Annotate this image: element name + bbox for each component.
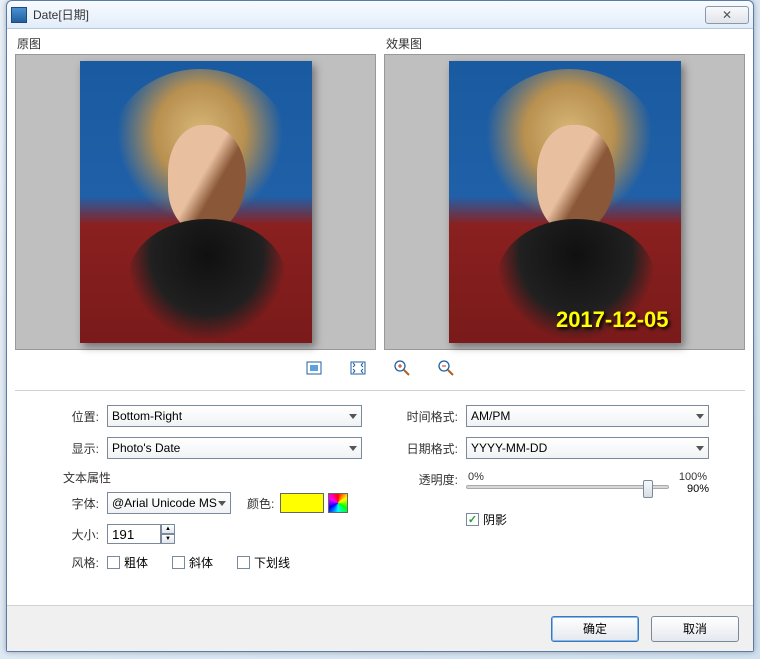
opacity-slider[interactable] [466, 485, 669, 489]
chevron-down-icon [218, 501, 226, 506]
opacity-max: 100% [679, 471, 707, 483]
show-label: 显示: [51, 440, 107, 457]
date-format-value: YYYY-MM-DD [471, 441, 547, 455]
original-photo [80, 61, 312, 343]
effect-photo: 2017-12-05 [449, 61, 681, 343]
color-label: 颜色: [247, 495, 274, 512]
chevron-down-icon [696, 446, 704, 451]
date-stamp: 2017-12-05 [556, 307, 669, 333]
ok-label: 确定 [583, 620, 607, 637]
original-group: 原图 [15, 35, 376, 350]
style-label: 风格: [63, 554, 107, 571]
text-props-label: 文本属性 [63, 469, 362, 486]
opacity-min: 0% [468, 471, 484, 483]
content-area: 原图 效果图 2017-12-05 [7, 29, 753, 581]
chevron-down-icon [349, 446, 357, 451]
right-column: 时间格式: AM/PM 日期格式: YYYY-MM-DD 透明度: 0% 100%… [398, 405, 709, 581]
slider-thumb[interactable] [643, 480, 653, 498]
underline-label: 下划线 [254, 554, 290, 571]
left-column: 位置: Bottom-Right 显示: Photo's Date 文本属性 字… [51, 405, 362, 581]
effect-preview: 2017-12-05 [384, 54, 745, 350]
titlebar: Date[日期] ✕ [7, 1, 753, 29]
chevron-down-icon [696, 414, 704, 419]
photo-collar [128, 219, 286, 339]
shadow-checkbox[interactable] [466, 513, 479, 526]
cancel-label: 取消 [683, 620, 707, 637]
ok-button[interactable]: 确定 [551, 616, 639, 642]
opacity-label: 透明度: [398, 471, 466, 488]
time-format-select[interactable]: AM/PM [466, 405, 709, 427]
dialog-window: Date[日期] ✕ 原图 效果图 [6, 0, 754, 652]
position-select[interactable]: Bottom-Right [107, 405, 362, 427]
italic-label: 斜体 [189, 554, 213, 571]
underline-checkbox[interactable] [237, 556, 250, 569]
preview-row: 原图 效果图 2017-12-05 [15, 35, 745, 350]
date-format-label: 日期格式: [398, 440, 466, 457]
close-button[interactable]: ✕ [705, 6, 749, 24]
zoom-toolbar [15, 350, 745, 390]
zoom-out-icon[interactable] [438, 360, 454, 376]
font-label: 字体: [63, 495, 107, 512]
original-label: 原图 [15, 35, 376, 52]
app-icon [11, 7, 27, 23]
show-select[interactable]: Photo's Date [107, 437, 362, 459]
fit-icon[interactable] [306, 360, 322, 376]
color-swatch[interactable] [280, 493, 324, 513]
font-select[interactable]: @Arial Unicode MS [107, 492, 231, 514]
bold-label: 粗体 [124, 554, 148, 571]
size-spinner[interactable]: ▲▼ [107, 524, 175, 544]
font-value: @Arial Unicode MS [112, 496, 217, 510]
window-title: Date[日期] [33, 6, 705, 23]
bold-checkbox[interactable] [107, 556, 120, 569]
time-format-label: 时间格式: [398, 408, 466, 425]
effect-label: 效果图 [384, 35, 745, 52]
divider [15, 390, 745, 391]
close-icon: ✕ [722, 8, 732, 22]
position-label: 位置: [51, 408, 107, 425]
opacity-slider-group: 0%100% 90% [466, 471, 709, 489]
show-value: Photo's Date [112, 441, 180, 455]
photo-face [537, 125, 615, 233]
italic-checkbox[interactable] [172, 556, 185, 569]
spinner-up[interactable]: ▲ [161, 524, 175, 534]
photo-face [168, 125, 246, 233]
settings-panel: 位置: Bottom-Right 显示: Photo's Date 文本属性 字… [15, 405, 745, 581]
actual-size-icon[interactable] [350, 360, 366, 376]
date-format-select[interactable]: YYYY-MM-DD [466, 437, 709, 459]
color-picker-button[interactable] [328, 493, 348, 513]
time-format-value: AM/PM [471, 409, 510, 423]
size-input[interactable] [107, 524, 161, 544]
cancel-button[interactable]: 取消 [651, 616, 739, 642]
shadow-label: 阴影 [483, 511, 507, 528]
original-preview [15, 54, 376, 350]
effect-group: 效果图 2017-12-05 [384, 35, 745, 350]
size-label: 大小: [63, 526, 107, 543]
spinner-down[interactable]: ▼ [161, 534, 175, 544]
opacity-value: 90% [687, 483, 709, 495]
chevron-down-icon [349, 414, 357, 419]
footer: 确定 取消 [7, 605, 753, 651]
zoom-in-icon[interactable] [394, 360, 410, 376]
position-value: Bottom-Right [112, 409, 182, 423]
